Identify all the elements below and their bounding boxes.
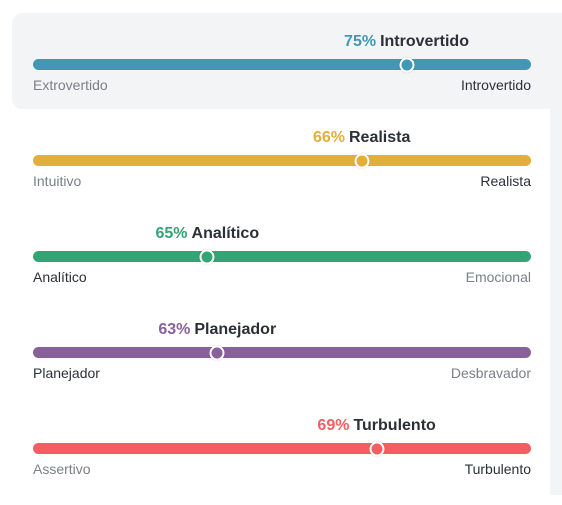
trait-heading: 65% Analítico [156, 225, 260, 243]
trait-name: Planejador [194, 321, 277, 338]
trait-bar[interactable] [33, 443, 531, 454]
trait-row[interactable]: 69% Turbulento Assertivo Turbulento [0, 397, 562, 493]
trait-heading: 75% Introvertido [344, 33, 469, 51]
trait-knob[interactable] [369, 441, 385, 456]
trait-row[interactable]: 75% Introvertido Extrovertido Introvertido [12, 13, 562, 109]
trait-right-label: Desbravador [450, 365, 531, 381]
trait-row[interactable]: 65% Analítico Analítico Emocional [0, 205, 562, 301]
trait-left-label: Analítico [33, 269, 87, 285]
trait-left-label: Assertivo [33, 461, 91, 477]
trait-percent: 69% [317, 417, 350, 434]
trait-name: Realista [349, 129, 411, 146]
trait-right-label: Turbulento [464, 461, 531, 477]
trait-bar[interactable] [33, 347, 531, 358]
trait-left-label: Extrovertido [33, 77, 108, 93]
trait-heading: 63% Planejador [158, 321, 276, 339]
trait-left-label: Intuitivo [33, 173, 82, 189]
trait-bar[interactable] [33, 59, 531, 70]
trait-knob[interactable] [199, 249, 215, 264]
trait-name: Analítico [191, 225, 260, 242]
trait-percent: 66% [312, 129, 345, 146]
trait-knob[interactable] [354, 153, 370, 168]
trait-knob[interactable] [399, 57, 414, 72]
trait-right-label: Introvertido [460, 77, 531, 93]
trait-bar[interactable] [33, 251, 531, 262]
trait-percent: 65% [155, 225, 188, 242]
trait-row[interactable]: 63% Planejador Planejador Desbravador [0, 301, 562, 397]
trait-knob[interactable] [209, 345, 225, 360]
trait-percent: 75% [344, 33, 377, 50]
trait-right-label: Realista [480, 173, 531, 189]
trait-name: Introvertido [380, 33, 469, 50]
trait-percent: 63% [158, 321, 191, 338]
trait-row[interactable]: 66% Realista Intuitivo Realista [0, 109, 562, 205]
trait-left-label: Planejador [33, 365, 100, 381]
trait-heading: 66% Realista [313, 129, 410, 147]
trait-name: Turbulento [353, 417, 436, 434]
trait-heading: 69% Turbulento [317, 417, 435, 435]
trait-bar[interactable] [33, 155, 531, 166]
trait-right-label: Emocional [465, 269, 531, 285]
